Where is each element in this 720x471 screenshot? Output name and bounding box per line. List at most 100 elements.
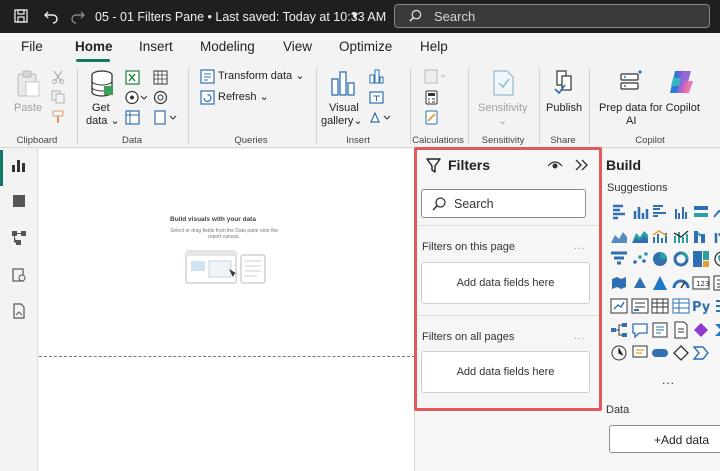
paste-icon[interactable] (15, 70, 41, 103)
shape-map-icon[interactable] (631, 274, 649, 292)
search-icon (408, 9, 423, 29)
dataverse-icon[interactable] (153, 90, 168, 110)
tab-view[interactable]: View (283, 39, 312, 54)
kpi-icon[interactable] (610, 297, 628, 315)
group-label-data: Data (121, 135, 143, 146)
global-search-placeholder: Search (434, 9, 476, 24)
stacked-area-chart-icon[interactable] (631, 227, 649, 245)
button-icon[interactable] (651, 344, 669, 362)
calculator-icon[interactable] (424, 90, 439, 110)
visual-gallery-label-line1: Visual (329, 102, 359, 114)
group-label-insert: Insert (346, 135, 370, 146)
clustered-column-chart-icon[interactable] (672, 203, 690, 221)
power-apps-icon[interactable] (692, 321, 710, 339)
more-visuals-button[interactable]: ... (662, 373, 675, 387)
paginated-report-icon[interactable] (672, 321, 690, 339)
metrics-icon[interactable] (610, 344, 628, 362)
get-data-label-line1: Get (92, 102, 110, 114)
report-canvas[interactable] (39, 149, 415, 471)
publish-icon[interactable] (551, 69, 577, 102)
100-stacked-bar-chart-icon[interactable] (692, 203, 710, 221)
pie-chart-icon[interactable] (651, 250, 669, 268)
tab-help[interactable]: Help (420, 39, 448, 54)
visual-gallery-icon[interactable] (330, 69, 356, 102)
tab-file[interactable]: File (21, 39, 43, 54)
tab-insert[interactable]: Insert (139, 39, 173, 54)
title-dropdown-icon[interactable]: ▼ (350, 11, 360, 22)
recent-sources-icon[interactable] (153, 110, 177, 130)
group-label-queries: Queries (234, 135, 268, 146)
treemap-icon[interactable] (692, 250, 710, 268)
decomposition-tree-icon[interactable] (610, 321, 628, 339)
map-icon[interactable] (713, 250, 720, 268)
group-divider (77, 68, 78, 144)
undo-icon[interactable] (43, 8, 59, 24)
suggestions-label: Suggestions (607, 182, 668, 194)
dax-query-view-icon[interactable] (9, 265, 29, 285)
smart-narrative-icon[interactable] (631, 344, 649, 362)
qa-visual-icon[interactable] (631, 321, 649, 339)
multi-row-card-icon[interactable] (713, 274, 720, 292)
ribbon-chart-icon[interactable] (692, 227, 710, 245)
format-painter-icon[interactable] (51, 110, 65, 129)
copilot-icon[interactable] (667, 68, 695, 101)
donut-chart-icon[interactable] (672, 250, 690, 268)
save-icon[interactable] (13, 8, 29, 24)
line-stacked-column-icon[interactable] (672, 227, 690, 245)
redo-icon[interactable] (70, 8, 86, 24)
quick-measure-icon[interactable] (424, 110, 439, 130)
stacked-column-chart-icon[interactable] (631, 203, 649, 221)
matrix-icon[interactable] (672, 297, 690, 315)
group-divider (316, 68, 317, 144)
cut-icon[interactable] (51, 70, 65, 89)
scatter-chart-icon[interactable] (631, 250, 649, 268)
tab-modeling[interactable]: Modeling (200, 39, 255, 54)
data-hub-icon[interactable] (153, 70, 168, 90)
view-switcher-rail (0, 149, 38, 471)
text-box-icon[interactable] (369, 90, 384, 110)
slicer-icon[interactable] (631, 297, 649, 315)
diamond-shape-icon[interactable] (672, 344, 690, 362)
table-icon[interactable] (651, 297, 669, 315)
transform-data-label[interactable]: Transform data ⌄ (218, 70, 304, 83)
stacked-bar-chart-icon[interactable] (610, 203, 628, 221)
new-visual-icon[interactable] (369, 69, 384, 89)
transform-data-icon[interactable] (200, 69, 215, 89)
sql-server-icon[interactable] (125, 90, 148, 110)
get-data-icon[interactable] (90, 70, 114, 103)
canvas-hint-text: Select or drag fields from the Data pane… (170, 228, 278, 240)
filled-map-icon[interactable] (610, 274, 628, 292)
more-visuals-icon[interactable] (369, 110, 391, 130)
refresh-icon[interactable] (200, 90, 215, 110)
tmdl-view-icon[interactable] (9, 301, 29, 321)
group-label-calculations: Calculations (412, 135, 464, 146)
prep-data-icon[interactable] (618, 69, 644, 102)
model-view-icon[interactable] (9, 228, 29, 248)
line-clustered-column-icon[interactable] (651, 227, 669, 245)
key-influencers-icon[interactable] (713, 297, 720, 315)
add-data-button[interactable]: +Add data (609, 425, 720, 453)
excel-workbook-icon[interactable] (125, 70, 140, 90)
get-data-label-line2-text: data (86, 115, 108, 127)
line-chart-icon[interactable] (712, 203, 720, 221)
narrative-icon[interactable] (651, 321, 669, 339)
refresh-label[interactable]: Refresh ⌄ (218, 91, 269, 104)
tab-optimize[interactable]: Optimize (339, 39, 392, 54)
document-title[interactable]: 05 - 01 Filters Pane • Last saved: Today… (95, 10, 386, 24)
python-visual-icon[interactable]: Py (692, 297, 711, 315)
global-search-box[interactable]: Search (394, 4, 710, 28)
gauge-icon[interactable] (672, 274, 690, 292)
tab-home[interactable]: Home (75, 39, 113, 54)
table-view-icon[interactable] (9, 191, 29, 211)
card-icon[interactable]: 123 (692, 274, 710, 292)
report-view-icon[interactable] (9, 155, 29, 175)
chevron-shape-icon[interactable] (692, 344, 710, 362)
waterfall-chart-icon[interactable] (713, 227, 720, 245)
enter-data-icon[interactable] (125, 110, 140, 130)
copy-icon[interactable] (51, 90, 65, 109)
area-chart-icon[interactable] (610, 227, 628, 245)
azure-map-icon[interactable] (651, 274, 669, 292)
funnel-chart-icon[interactable] (610, 250, 628, 268)
clustered-bar-chart-icon[interactable] (651, 203, 669, 221)
power-automate-icon[interactable] (713, 321, 720, 339)
